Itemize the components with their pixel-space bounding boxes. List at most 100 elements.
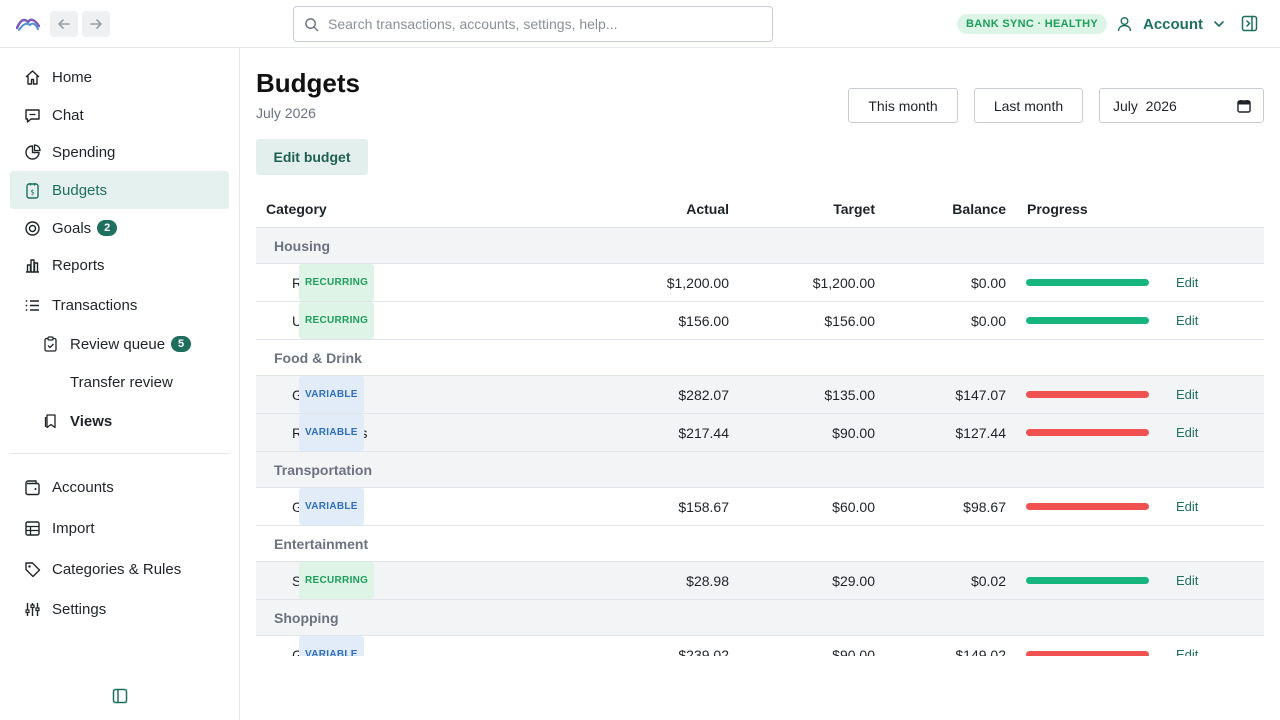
edit-category-link[interactable]: Edit [1176,414,1198,451]
month-picker[interactable]: July 2026 [1099,88,1264,123]
balance-amount: $147.07 [955,386,1006,403]
edit-category-link[interactable]: Edit [1176,302,1198,339]
balance-amount: $0.02 [970,572,1006,589]
calendar-icon[interactable] [1237,99,1251,113]
forward-button[interactable] [82,11,110,37]
balance-amount: $0.00 [970,312,1006,329]
target-amount: $1,200.00 [812,274,875,291]
sidebar-item-spending[interactable]: Spending [10,133,229,171]
progress-bar [1026,576,1149,584]
arrow-left-icon [58,19,70,29]
sidebar-item-goals[interactable]: Goals 2 [10,209,229,247]
page-subtitle: July 2026 [256,105,316,121]
search-input[interactable] [328,16,748,32]
table-icon [23,519,41,537]
edit-category-link[interactable]: Edit [1176,264,1198,301]
sidebar-item-label: Budgets [52,181,108,199]
sidebar-item-accounts[interactable]: Accounts [10,468,229,506]
sidebar-item-import[interactable]: Import [10,509,229,547]
home-icon [23,68,41,86]
sidebar-item-label: Settings [52,600,107,618]
column-header-actual: Actual [686,201,729,217]
svg-text:$: $ [30,188,34,196]
review-queue-count-badge: 5 [171,336,192,352]
sidebar-item-budgets[interactable]: $ Budgets [10,171,229,209]
column-header-balance: Balance [952,201,1006,217]
sidebar-item-categories-rules[interactable]: Categories & Rules [10,550,229,588]
sidebar-item-label: Goals [52,219,92,237]
wallet-icon [23,478,41,496]
sidebar-item-label: Review queue [70,335,166,353]
sidebar: Home Chat Spending $ Budgets Goals 2 Rep… [0,48,240,720]
target-amount: $90.00 [832,424,875,441]
actual-amount: $156.00 [678,312,729,329]
pie-chart-icon [23,143,41,161]
sidebar-item-review-queue[interactable]: Review queue 5 [10,325,229,363]
sidebar-item-label: Categories & Rules [52,560,182,578]
goals-count-badge: 2 [97,220,118,236]
table-row: StreamingRECURRING$28.98$29.00$0.02Edit [256,562,1264,600]
bookmark-icon [41,412,59,430]
user-icon [1117,17,1132,32]
sidebar-divider [10,453,229,454]
search-box[interactable] [293,6,773,42]
clipboard-check-icon [41,335,59,353]
target-amount: $90.00 [832,646,875,657]
sidebar-item-label: Chat [52,106,84,124]
sidebar-item-label: Transactions [52,296,138,314]
search-icon [305,17,319,31]
column-header-category: Category [266,201,327,217]
sidebar-item-transfer-review[interactable]: Transfer review [10,363,229,401]
last-month-button[interactable]: Last month [974,88,1083,123]
arrow-right-icon [90,19,102,29]
category-type-tag: VARIABLE [299,488,364,525]
category-group-housing: Housing [256,228,1264,264]
top-bar: BANK SYNC · HEALTHY Account [0,0,1280,48]
sidebar-item-home[interactable]: Home [10,58,229,96]
table-row: UtilitiesRECURRING$156.00$156.00$0.00Edi… [256,302,1264,340]
bar-chart-icon [23,256,41,274]
target-amount: $156.00 [824,312,875,329]
sidebar-item-reports[interactable]: Reports [10,246,229,284]
category-group-shopping: Shopping [256,600,1264,636]
edit-category-link[interactable]: Edit [1176,488,1198,525]
balance-amount: $149.02 [955,646,1006,657]
edit-category-link[interactable]: Edit [1176,562,1198,599]
actual-amount: $282.07 [678,386,729,403]
account-menu[interactable]: Account [1117,13,1225,35]
sidebar-item-label: Accounts [52,478,114,496]
table-row: GroceriesVARIABLE$282.07$135.00$147.07Ed… [256,376,1264,414]
sidebar-item-settings[interactable]: Settings [10,590,229,628]
sidebar-item-label: Reports [52,256,105,274]
edit-category-link[interactable]: Edit [1176,376,1198,413]
target-amount: $29.00 [832,572,875,589]
budget-table: Category Actual Target Balance Progress … [256,191,1264,656]
category-type-tag: VARIABLE [299,376,364,413]
actual-amount: $1,200.00 [666,274,729,291]
category-type-tag: VARIABLE [299,414,364,451]
edit-category-link[interactable]: Edit [1176,636,1198,656]
chevron-down-icon [1214,21,1224,27]
sidebar-item-views[interactable]: Views [10,402,229,440]
collapse-sidebar-icon[interactable] [112,688,128,704]
sidebar-item-transactions[interactable]: Transactions [10,286,229,324]
category-type-tag: RECURRING [299,264,375,301]
category-group-transportation: Transportation [256,452,1264,488]
edit-budget-button[interactable]: Edit budget [256,139,368,175]
chat-icon [23,106,41,124]
this-month-button[interactable]: This month [848,88,958,123]
table-row: GasVARIABLE$158.67$60.00$98.67Edit [256,488,1264,526]
category-type-tag: VARIABLE [299,636,364,656]
category-type-tag: RECURRING [299,562,375,599]
sidebar-item-chat[interactable]: Chat [10,96,229,134]
actual-amount: $239.02 [678,646,729,657]
category-type-tag: RECURRING [299,302,375,339]
target-amount: $135.00 [824,386,875,403]
app-logo-icon[interactable] [16,12,40,34]
balance-amount: $0.00 [970,274,1006,291]
panel-toggle-icon[interactable] [1241,15,1258,32]
back-button[interactable] [50,11,78,37]
column-header-progress: Progress [1027,201,1088,217]
progress-bar [1026,316,1149,324]
target-amount: $60.00 [832,498,875,515]
